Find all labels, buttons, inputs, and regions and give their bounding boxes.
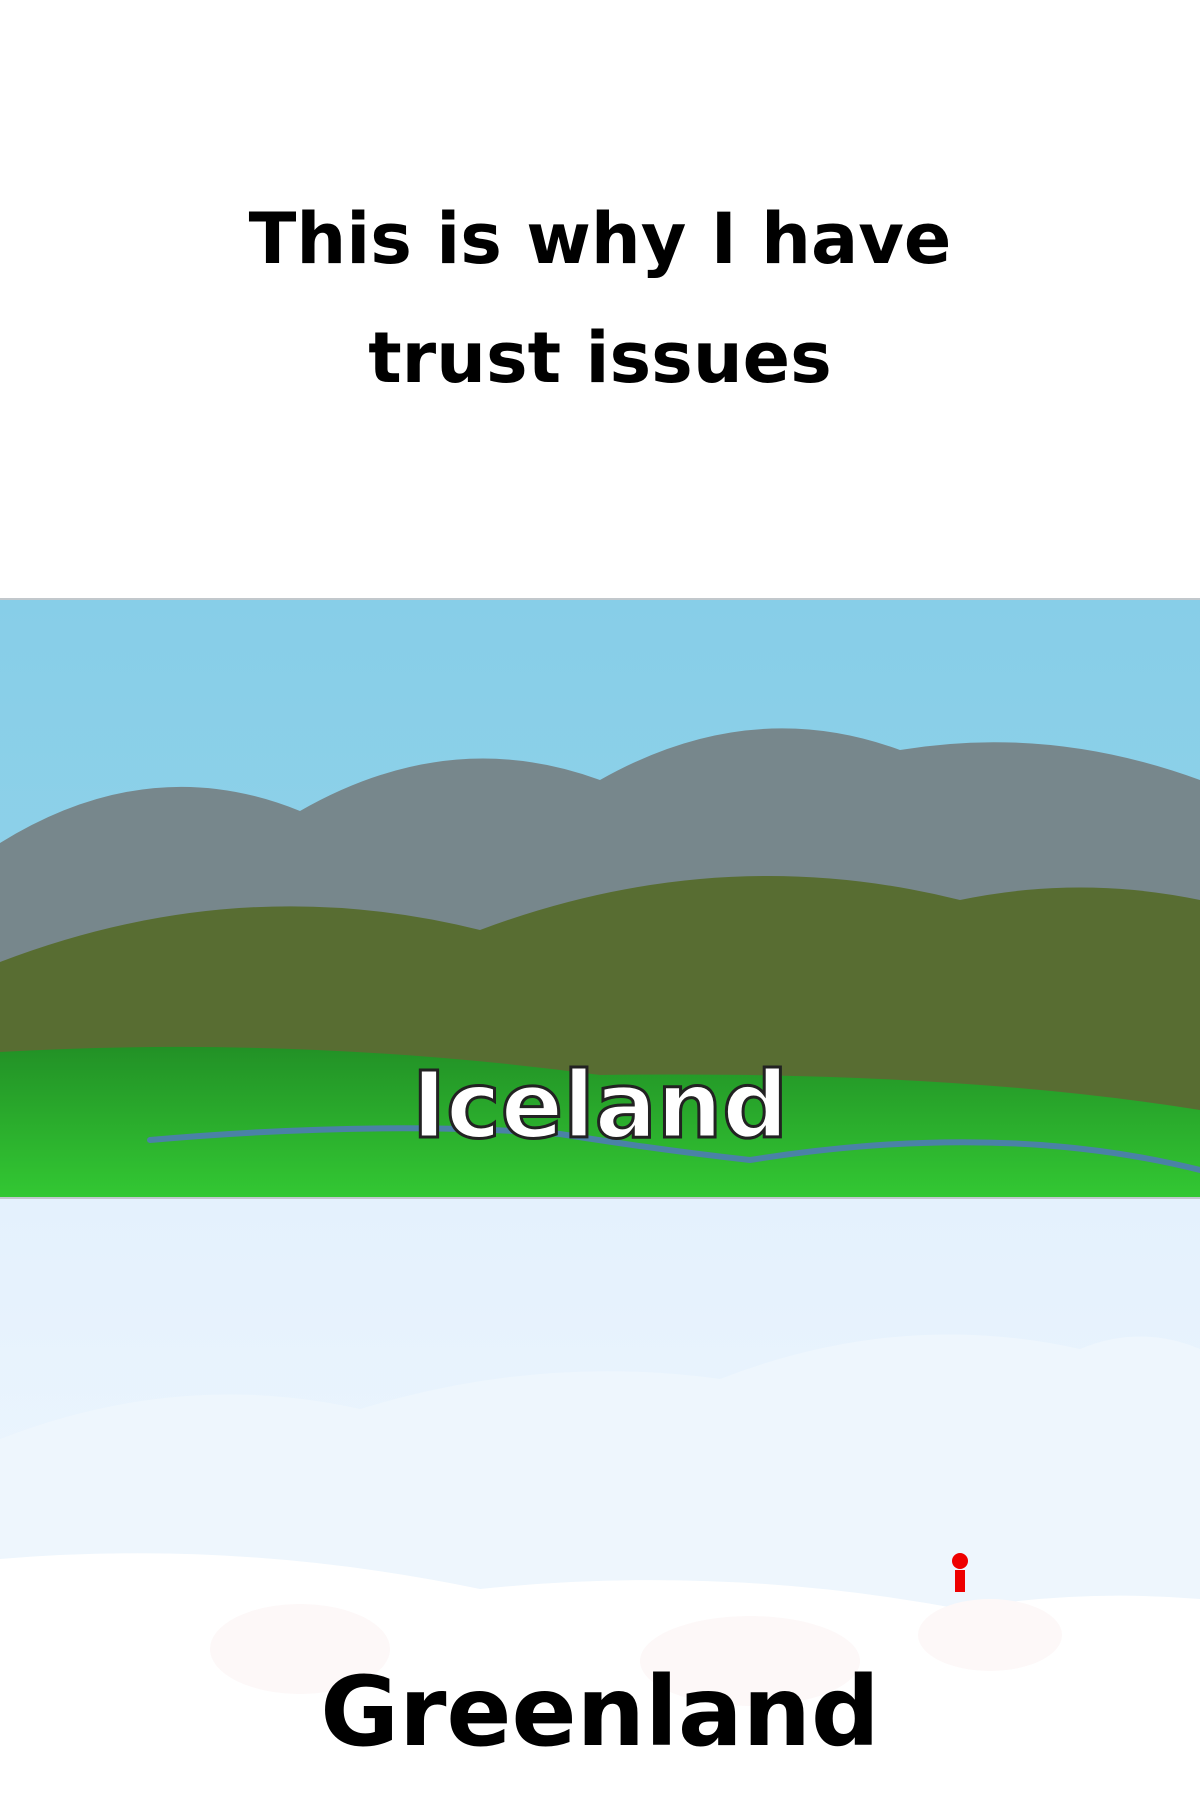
greenland-label: Greenland [320,1656,880,1768]
greenland-panel: Greenland [0,1199,1200,1800]
meme-page: This is why I have trust issues Iceland [0,0,1200,1800]
iceland-panel: Iceland [0,598,1200,1199]
iceland-label: Iceland [410,1051,789,1161]
meme-caption: This is why I have trust issues [248,198,952,399]
caption-area: This is why I have trust issues [0,0,1200,598]
